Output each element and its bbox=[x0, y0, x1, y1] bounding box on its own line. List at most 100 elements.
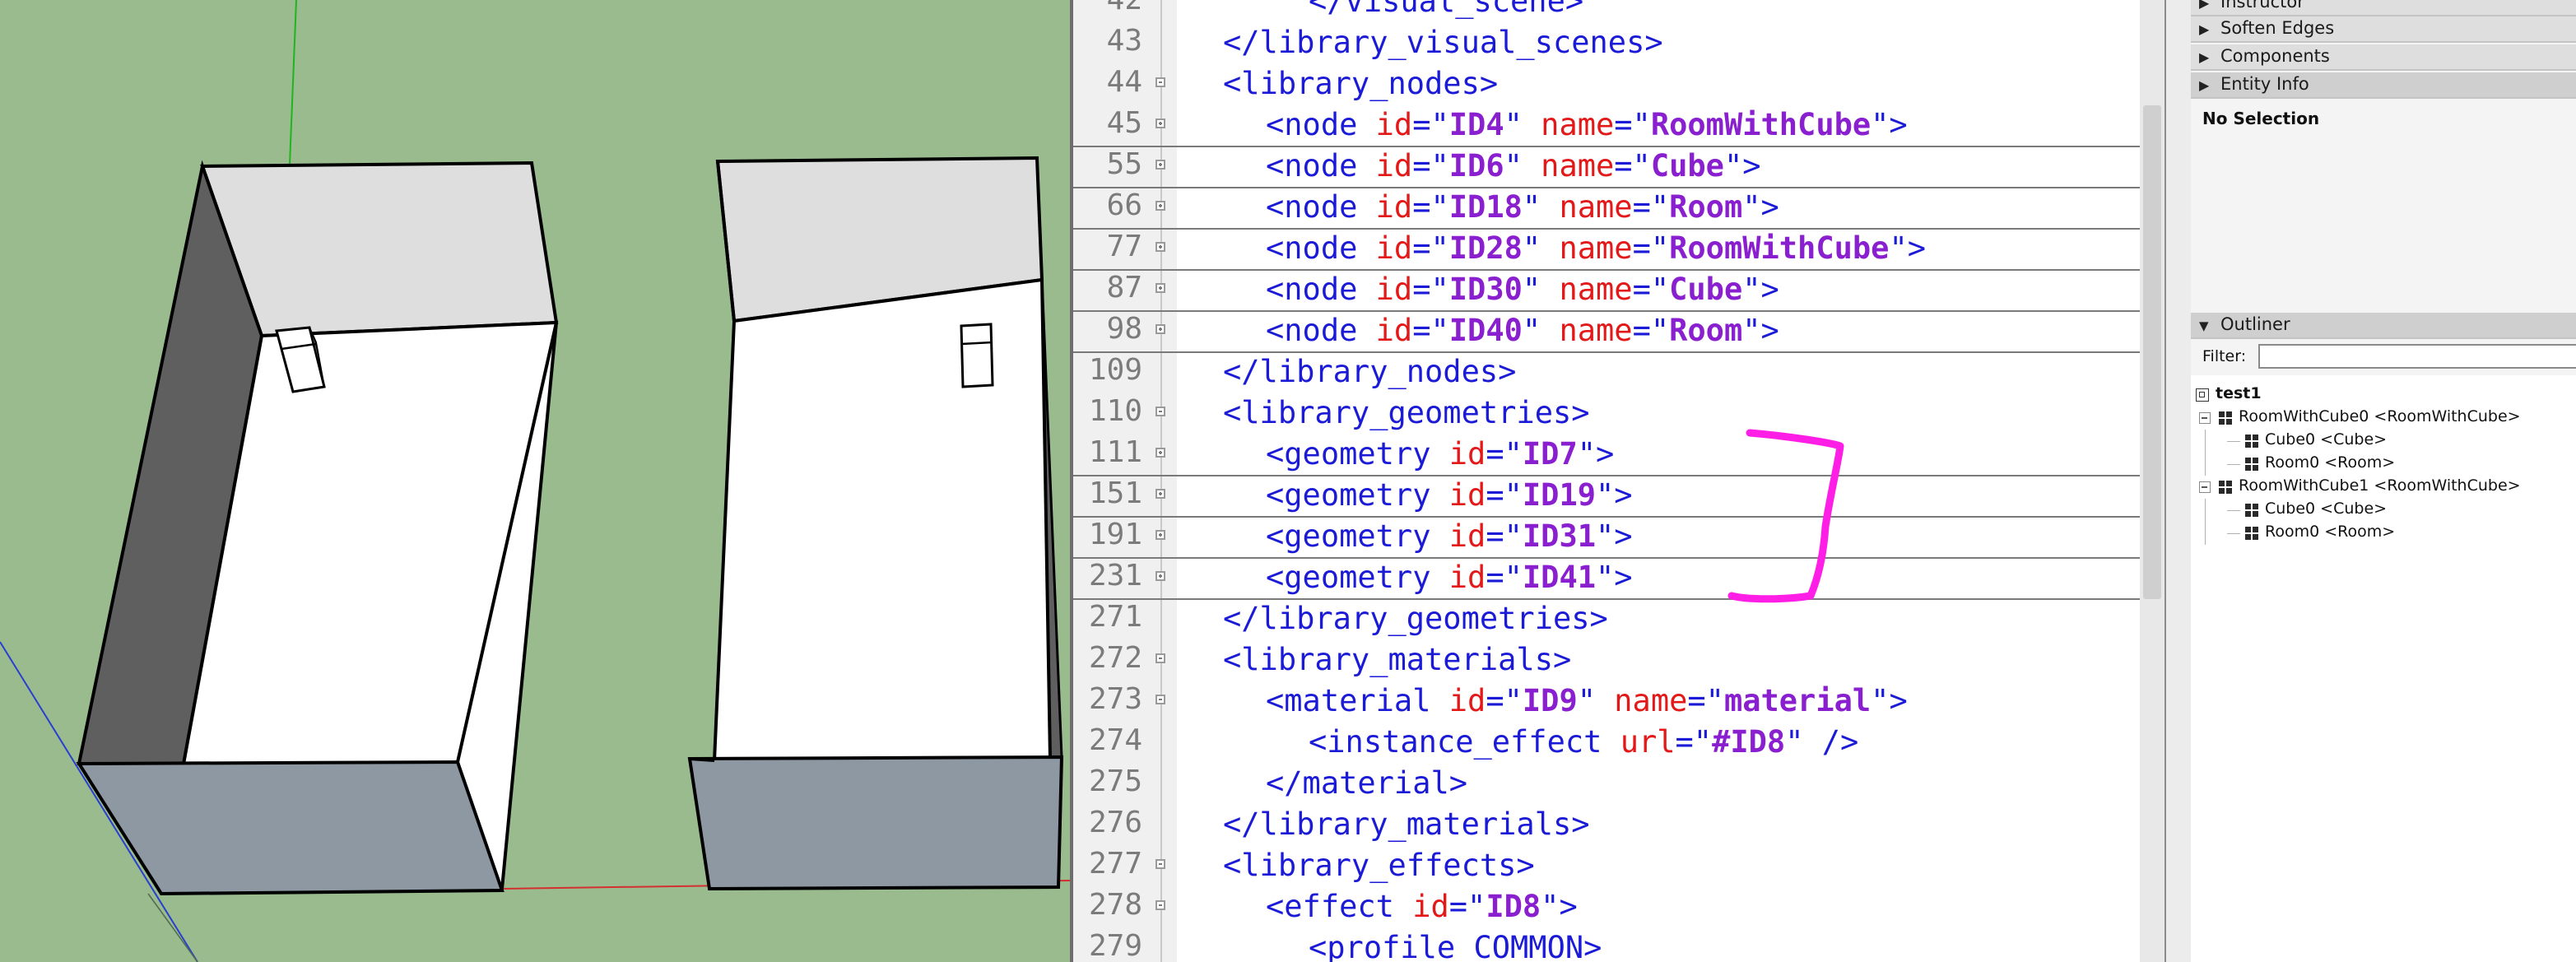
expand-fold-icon[interactable] bbox=[1155, 242, 1165, 252]
token-attr: id bbox=[1412, 889, 1449, 924]
code-text: <instance_effect url="#ID8" /> bbox=[1309, 723, 1858, 761]
component-icon bbox=[2245, 504, 2258, 517]
line-number: 278 bbox=[1088, 888, 1142, 922]
code-line[interactable]: 279 <profile_COMMON> bbox=[1073, 927, 2140, 962]
code-line[interactable]: 274 <instance_effect url="#ID8" /> bbox=[1073, 722, 2140, 763]
expand-fold-icon[interactable] bbox=[1155, 571, 1165, 581]
token-val: ID4 bbox=[1448, 107, 1504, 142]
code-line[interactable]: 275 </material> bbox=[1073, 763, 2140, 804]
model-viewport[interactable] bbox=[0, 0, 1070, 962]
tray-entity-info[interactable]: ▶ Entity Info bbox=[2191, 72, 2576, 99]
line-number: 231 bbox=[1088, 559, 1142, 593]
token-tag: <node bbox=[1266, 189, 1376, 225]
outliner-filter-input[interactable] bbox=[2258, 344, 2576, 369]
token-val: ID30 bbox=[1448, 272, 1523, 307]
token-tag: <node bbox=[1266, 107, 1376, 142]
code-line[interactable]: 110 <library_geometries> bbox=[1073, 393, 2140, 434]
outliner-child-row[interactable]: Room0 <Room> bbox=[2191, 453, 2576, 476]
scrollbar-thumb[interactable] bbox=[2143, 105, 2161, 599]
outliner-component-row[interactable]: RoomWithCube0 <RoomWithCube> bbox=[2191, 407, 2576, 430]
token-eq: " bbox=[1577, 683, 1615, 718]
token-eq: =" bbox=[1412, 107, 1449, 142]
code-line[interactable]: 191 <geometry id="ID31"> bbox=[1073, 516, 2140, 559]
code-line[interactable]: 44 <library_nodes> bbox=[1073, 63, 2140, 105]
collapse-fold-icon[interactable] bbox=[1155, 900, 1165, 910]
collapse-toggle-icon[interactable] bbox=[2199, 412, 2211, 424]
tray-components[interactable]: ▶ Components bbox=[2191, 44, 2576, 71]
collapse-fold-icon[interactable] bbox=[1155, 77, 1165, 87]
code-line[interactable]: 111 <geometry id="ID7"> bbox=[1073, 434, 2140, 476]
token-attr: id bbox=[1375, 313, 1413, 348]
code-line[interactable]: 42 </visual_scene> bbox=[1073, 0, 2140, 22]
outliner-item-label: Room0 <Room> bbox=[2265, 453, 2396, 472]
expand-fold-icon[interactable] bbox=[1155, 530, 1165, 540]
token-tag: "> bbox=[1889, 230, 1926, 266]
line-number: 277 bbox=[1088, 847, 1142, 881]
code-line[interactable]: 66 <node id="ID18" name="Room"> bbox=[1073, 187, 2140, 230]
tray-outliner-label: Outliner bbox=[2220, 314, 2290, 334]
vertical-scrollbar[interactable] bbox=[2140, 0, 2164, 962]
token-tag: "> bbox=[1723, 148, 1761, 184]
collapse-fold-icon[interactable] bbox=[1155, 653, 1165, 663]
tree-guide-line bbox=[2205, 499, 2206, 522]
token-val: ID19 bbox=[1522, 477, 1596, 513]
code-line[interactable]: 43 </library_visual_scenes> bbox=[1073, 22, 2140, 63]
outliner-tree[interactable]: test1 RoomWithCube0 <RoomWithCube> Cube0 <… bbox=[2191, 375, 2576, 962]
outliner-child-row[interactable]: Cube0 <Cube> bbox=[2191, 430, 2576, 453]
token-eq: =" bbox=[1486, 560, 1523, 595]
token-tag: <effect bbox=[1266, 889, 1413, 924]
code-line[interactable]: 98 <node id="ID40" name="Room"> bbox=[1073, 310, 2140, 353]
token-tag: <node bbox=[1266, 313, 1376, 348]
expand-arrow-icon: ▶ bbox=[2199, 49, 2210, 65]
expand-fold-icon[interactable] bbox=[1155, 283, 1165, 293]
tray-instructor[interactable]: ▶ Instructor bbox=[2191, 0, 2576, 16]
expand-arrow-icon: ▶ bbox=[2199, 0, 2210, 11]
tray-outliner[interactable]: ▼ Outliner bbox=[2191, 313, 2576, 339]
line-number: 271 bbox=[1088, 600, 1142, 634]
collapse-fold-icon[interactable] bbox=[1155, 859, 1165, 869]
code-line[interactable]: 231 <geometry id="ID41"> bbox=[1073, 557, 2140, 600]
outliner-child-row[interactable]: Room0 <Room> bbox=[2191, 522, 2576, 545]
token-tag: "> bbox=[1596, 518, 1633, 554]
collapse-fold-icon[interactable] bbox=[1155, 695, 1165, 704]
code-line[interactable]: 45 <node id="ID4" name="RoomWithCube"> bbox=[1073, 105, 2140, 147]
code-line[interactable]: 271 </library_geometries> bbox=[1073, 598, 2140, 639]
code-line[interactable]: 273 <material id="ID9" name="material"> bbox=[1073, 681, 2140, 722]
code-line[interactable]: 272 <library_materials> bbox=[1073, 639, 2140, 681]
token-eq: =" bbox=[1486, 683, 1523, 718]
token-val: ID40 bbox=[1448, 313, 1523, 348]
code-line[interactable]: 55 <node id="ID6" name="Cube"> bbox=[1073, 146, 2140, 188]
code-line[interactable]: 151 <geometry id="ID19"> bbox=[1073, 475, 2140, 518]
code-line[interactable]: 277 <library_effects> bbox=[1073, 845, 2140, 886]
code-editor[interactable]: 42 </visual_scene> 43 </library_visual_scen… bbox=[1070, 0, 2164, 962]
token-tag: <node bbox=[1266, 272, 1376, 307]
expand-fold-icon[interactable] bbox=[1155, 160, 1165, 170]
token-tag: " /> bbox=[1785, 724, 1859, 760]
expand-fold-icon[interactable] bbox=[1155, 448, 1165, 458]
token-eq: =" bbox=[1486, 518, 1523, 554]
code-line[interactable]: 278 <effect id="ID8"> bbox=[1073, 886, 2140, 927]
token-attr: name bbox=[1559, 313, 1633, 348]
expand-fold-icon[interactable] bbox=[1155, 119, 1165, 128]
expand-fold-icon[interactable] bbox=[1155, 489, 1165, 499]
code-text: <geometry id="ID7"> bbox=[1266, 435, 1614, 473]
expand-fold-icon[interactable] bbox=[1155, 324, 1165, 334]
outliner-child-row[interactable]: Cube0 <Cube> bbox=[2191, 499, 2576, 522]
line-number: 55 bbox=[1106, 147, 1142, 181]
code-text: <library_materials> bbox=[1223, 641, 1571, 679]
code-line[interactable]: 276 </library_materials> bbox=[1073, 804, 2140, 845]
token-val: Room bbox=[1669, 313, 1743, 348]
collapse-fold-icon[interactable] bbox=[1155, 407, 1165, 416]
token-attr: id bbox=[1375, 148, 1413, 184]
tray-soften-edges[interactable]: ▶ Soften Edges bbox=[2191, 16, 2576, 43]
token-val: RoomWithCube bbox=[1669, 230, 1890, 266]
tree-guide-line bbox=[2205, 522, 2206, 545]
code-line[interactable]: 77 <node id="ID28" name="RoomWithCube"> bbox=[1073, 228, 2140, 271]
code-line[interactable]: 109 </library_nodes> bbox=[1073, 351, 2140, 393]
line-number: 45 bbox=[1106, 106, 1142, 140]
collapse-toggle-icon[interactable] bbox=[2199, 481, 2211, 493]
token-eq: =" bbox=[1632, 230, 1670, 266]
expand-fold-icon[interactable] bbox=[1155, 201, 1165, 211]
code-line[interactable]: 87 <node id="ID30" name="Cube"> bbox=[1073, 269, 2140, 312]
outliner-component-row[interactable]: RoomWithCube1 <RoomWithCube> bbox=[2191, 476, 2576, 499]
